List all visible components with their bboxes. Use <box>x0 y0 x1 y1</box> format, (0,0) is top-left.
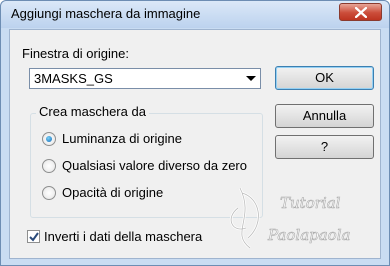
radio-nonzero-value[interactable] <box>42 159 56 173</box>
dialog-title: Aggiungi maschera da immagine <box>11 6 201 21</box>
checkmark-icon <box>29 232 39 242</box>
dialog-body: Finestra di origine: 3MASKS_GS OK Annull… <box>9 29 381 259</box>
watermark-line-1: Tutorial <box>280 194 341 212</box>
title-bar[interactable]: Aggiungi maschera da immagine <box>1 1 389 28</box>
option-source-opacity-label[interactable]: Opacità di origine <box>62 185 163 200</box>
watermark-logo: Tutorial Paolapaola <box>220 178 380 261</box>
cancel-button[interactable]: Annulla <box>275 104 374 128</box>
option-nonzero-value-label[interactable]: Qualsiasi valore diverso da zero <box>62 158 247 173</box>
radio-selected-dot <box>46 136 52 142</box>
source-window-value: 3MASKS_GS <box>34 71 113 86</box>
option-source-luminance-label[interactable]: Luminanza di origine <box>62 131 182 146</box>
close-button[interactable] <box>339 3 382 21</box>
chevron-down-icon <box>246 76 256 81</box>
close-icon <box>355 7 367 18</box>
group-title: Crea maschera da <box>36 104 149 119</box>
source-window-dropdown[interactable]: 3MASKS_GS <box>29 68 261 89</box>
help-button[interactable]: ? <box>275 135 374 159</box>
radio-source-luminance[interactable] <box>42 132 56 146</box>
radio-source-opacity[interactable] <box>42 186 56 200</box>
flourish-icon: Tutorial Paolapaola <box>229 187 351 249</box>
source-window-label: Finestra di origine: <box>22 46 129 61</box>
watermark-line-2: Paolapaola <box>267 226 350 244</box>
ok-button[interactable]: OK <box>275 66 374 90</box>
invert-mask-label[interactable]: Inverti i dati della maschera <box>44 229 202 244</box>
dialog-window: Aggiungi maschera da immagine Finestra d… <box>0 0 390 266</box>
invert-mask-checkbox[interactable] <box>27 230 40 243</box>
dropdown-arrow[interactable] <box>242 69 260 88</box>
